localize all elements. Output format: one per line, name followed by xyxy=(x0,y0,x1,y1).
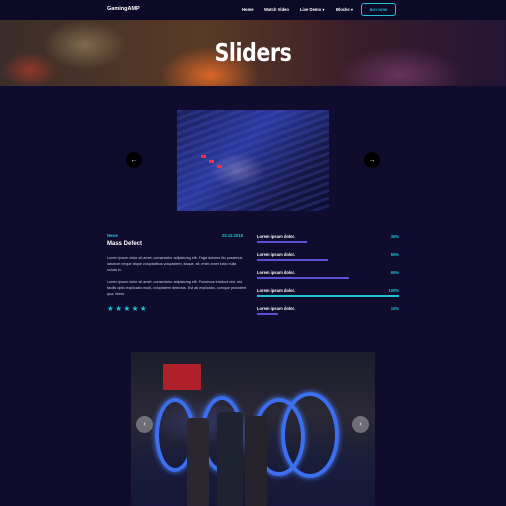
buy-now-button[interactable]: BUY NOW xyxy=(361,3,396,16)
brand-logo[interactable]: GamingAMP xyxy=(107,6,140,12)
article-paragraph-1: Lorem ipsum dolor sit amet, consectetur … xyxy=(107,256,243,272)
slider-image-arcade xyxy=(131,352,375,506)
progress-bar xyxy=(257,313,399,315)
progress-bar xyxy=(257,241,399,243)
top-navbar: GamingAMP Home Watch Video Live Demo ▾ B… xyxy=(0,0,506,20)
progress-bar-fill xyxy=(257,313,278,315)
chevron-right-icon: › xyxy=(359,421,362,428)
slider-prev-button[interactable]: ← xyxy=(126,152,142,168)
progress-bar-fill xyxy=(257,295,399,297)
slider2-prev-button[interactable]: ‹ xyxy=(136,416,153,433)
slider2-next-button[interactable]: › xyxy=(352,416,369,433)
news-tag[interactable]: News xyxy=(107,233,118,238)
hero-banner: Sliders xyxy=(0,20,506,86)
nav-live-demo[interactable]: Live Demo ▾ xyxy=(300,7,324,12)
article-title: Mass Defect xyxy=(107,241,143,247)
nav-watch-video[interactable]: Watch Video xyxy=(264,7,289,12)
progress-bar-fill xyxy=(257,277,349,279)
progress-percent: 100% xyxy=(388,288,399,293)
progress-bar-fill xyxy=(257,241,307,243)
progress-label: Lorem ipsum dolor. xyxy=(257,252,295,257)
progress-bar-fill xyxy=(257,259,328,261)
nav-blocks[interactable]: Blocks ▾ xyxy=(336,7,353,12)
article-paragraph-2: Lorem ipsum dolor sit amet, consectetur … xyxy=(107,280,247,296)
progress-bar xyxy=(257,295,399,297)
nav-home[interactable]: Home xyxy=(242,7,254,12)
page-title: Sliders xyxy=(214,38,292,67)
progress-percent: 15% xyxy=(390,306,399,311)
arrow-left-icon: ← xyxy=(130,156,138,164)
slider-next-button[interactable]: → xyxy=(364,152,380,168)
progress-label: Lorem ipsum dolor. xyxy=(257,234,295,239)
news-date: 20.12.2018 xyxy=(222,233,243,238)
progress-bar xyxy=(257,259,399,261)
progress-percent: 50% xyxy=(390,252,399,257)
progress-percent: 65% xyxy=(390,270,399,275)
progress-bar xyxy=(257,277,399,279)
progress-label: Lorem ipsum dolor. xyxy=(257,270,295,275)
progress-label: Lorem ipsum dolor. xyxy=(257,288,295,293)
rating-stars-icon: ★★★★★ xyxy=(107,304,149,313)
slider-image-keyboard xyxy=(177,110,329,211)
arrow-right-icon: → xyxy=(368,156,376,164)
chevron-left-icon: ‹ xyxy=(143,421,146,428)
progress-label: Lorem ipsum dolor. xyxy=(257,306,295,311)
progress-percent: 35% xyxy=(390,234,399,239)
